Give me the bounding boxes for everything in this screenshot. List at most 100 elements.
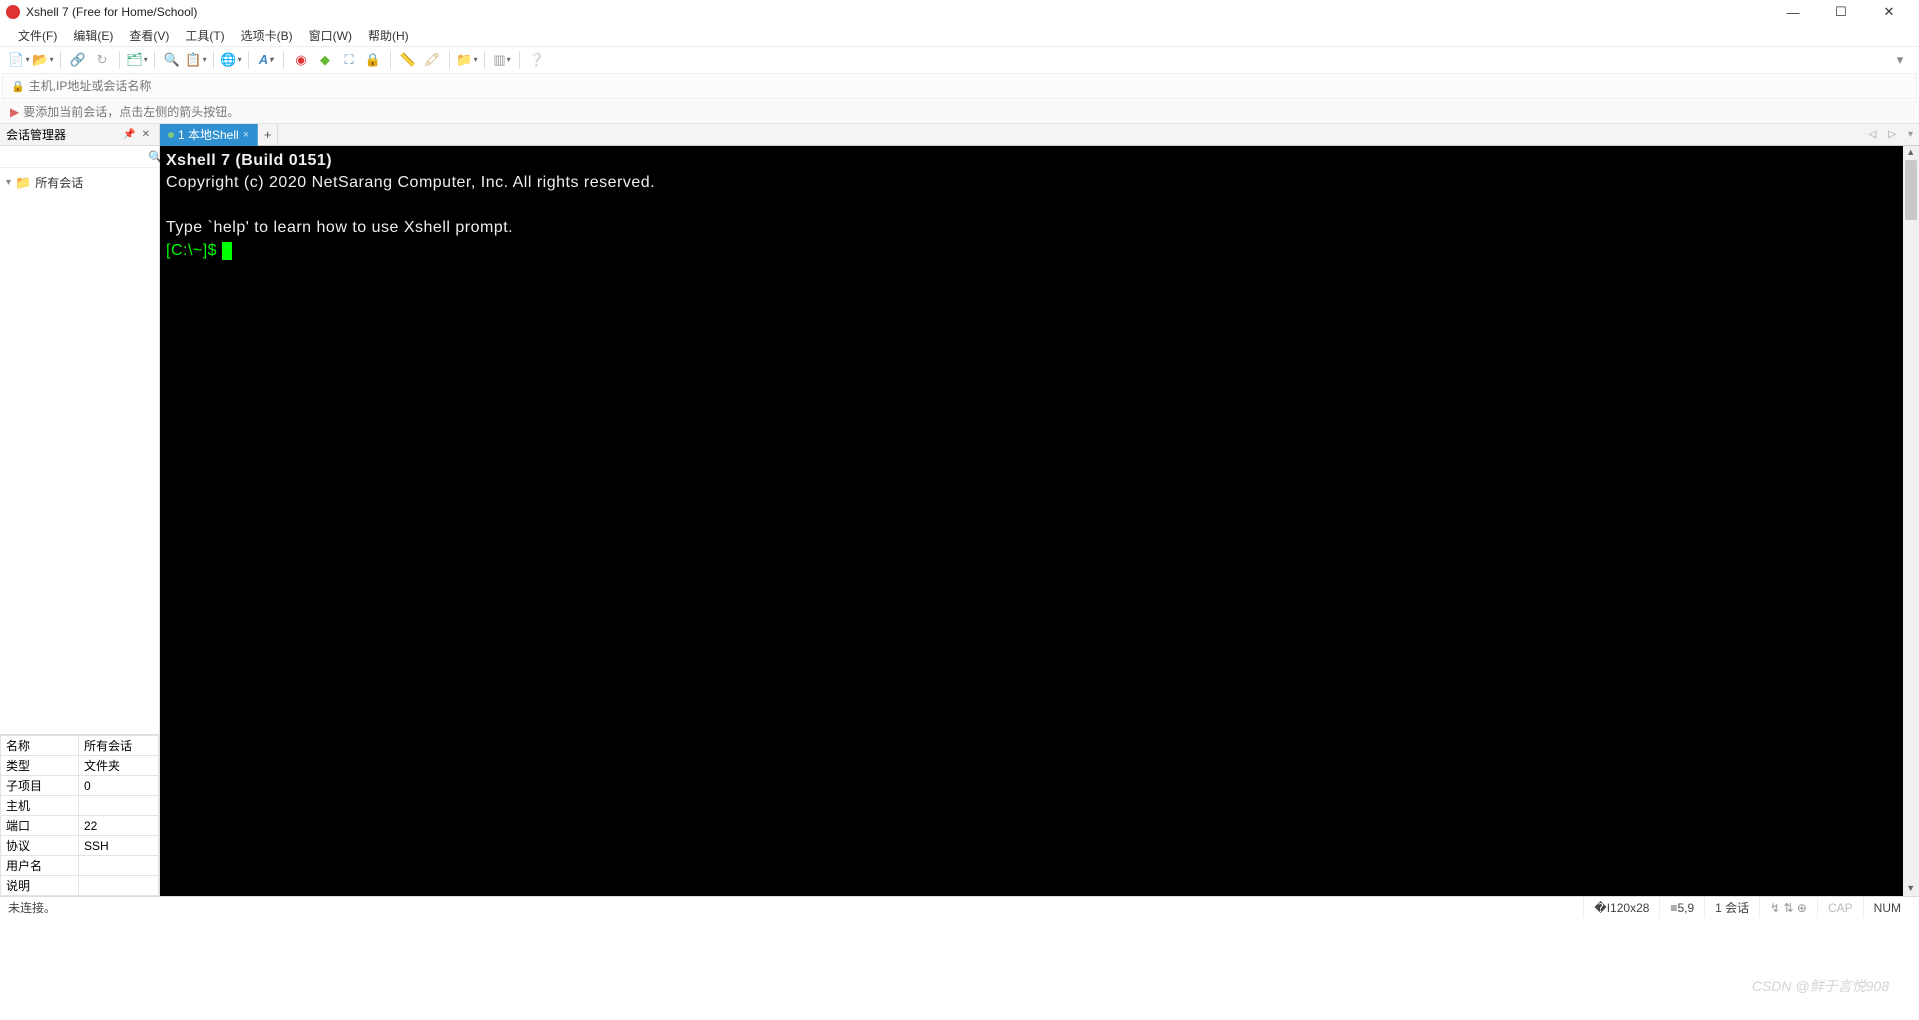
globe-icon[interactable]: 🌐 xyxy=(220,49,242,71)
prop-key: 类型 xyxy=(1,756,79,776)
terminal-scrollbar[interactable]: ▲ ▼ xyxy=(1903,146,1919,896)
menu-edit[interactable]: 编辑(E) xyxy=(65,25,121,46)
search-icon[interactable]: 🔍 xyxy=(161,49,183,71)
main-panel: 1 本地Shell × + ◁ ▷ ▾ Xshell 7 (Build 0151… xyxy=(160,124,1919,896)
minimize-button[interactable]: — xyxy=(1769,5,1817,20)
status-link-icons: ↯ ⇅ ⊕ xyxy=(1759,897,1817,918)
terminal-line: Xshell 7 (Build 0151) xyxy=(166,152,332,169)
scroll-thumb[interactable] xyxy=(1905,160,1917,220)
menu-window[interactable]: 窗口(W) xyxy=(301,25,360,46)
prop-val: 0 xyxy=(79,776,159,796)
flag-icon: ▶ xyxy=(10,105,19,119)
tab-close-icon[interactable]: × xyxy=(243,129,249,141)
toolbar: 📄 📂 🔗 ↻ 🗂 🔍 📋 🌐 A ◉ ◆ ⛶ 🔒 📏 🖍 📁 ▥ ❔ ▾ xyxy=(0,46,1919,72)
xagent-icon[interactable]: ◆ xyxy=(314,49,336,71)
toolbar-separator xyxy=(283,51,284,69)
maximize-button[interactable]: ☐ xyxy=(1817,4,1865,20)
properties-table: 名称所有会话 类型文件夹 子项目0 主机 端口22 协议SSH 用户名 说明 xyxy=(0,734,159,896)
link-icon[interactable]: 🔗 xyxy=(67,49,89,71)
status-num: NUM xyxy=(1863,897,1911,918)
tree-collapse-icon[interactable]: ▾ xyxy=(6,177,11,188)
scroll-up-icon[interactable]: ▲ xyxy=(1903,146,1919,160)
menu-tabs[interactable]: 选项卡(B) xyxy=(233,25,301,46)
table-row: 类型文件夹 xyxy=(1,756,159,776)
hint-text: 要添加当前会话，点击左侧的箭头按钮。 xyxy=(23,103,239,120)
menu-help[interactable]: 帮助(H) xyxy=(360,25,417,46)
sidebar-close-icon[interactable]: ✕ xyxy=(139,129,153,140)
fullscreen-icon[interactable]: ⛶ xyxy=(338,49,360,71)
status-cursor-pos: ≡ 5,9 xyxy=(1659,897,1704,918)
terminal-line: Copyright (c) 2020 NetSarang Computer, I… xyxy=(166,174,655,191)
new-session-button[interactable]: 📄 xyxy=(8,49,30,71)
sidebar-search-input[interactable] xyxy=(6,151,148,163)
highlight-icon[interactable]: 🖍 xyxy=(421,49,443,71)
address-input[interactable] xyxy=(29,79,1908,93)
toolbar-separator xyxy=(484,51,485,69)
tree-root-label: 所有会话 xyxy=(35,174,83,191)
scroll-down-icon[interactable]: ▼ xyxy=(1903,882,1919,896)
table-row: 主机 xyxy=(1,796,159,816)
help-icon[interactable]: ❔ xyxy=(526,49,548,71)
menu-view[interactable]: 查看(V) xyxy=(121,25,177,46)
sidebar-title: 会话管理器 xyxy=(6,126,66,143)
prop-key: 用户名 xyxy=(1,856,79,876)
menu-tools[interactable]: 工具(T) xyxy=(177,25,232,46)
table-row: 子项目0 xyxy=(1,776,159,796)
watermark: CSDN @鲜于言悦908 xyxy=(1752,976,1889,996)
terminal[interactable]: Xshell 7 (Build 0151) Copyright (c) 2020… xyxy=(160,146,1919,896)
ruler-icon[interactable]: 📏 xyxy=(397,49,419,71)
folder-button[interactable]: 📁 xyxy=(456,49,478,71)
sidebar-search: 🔍 xyxy=(0,146,159,168)
pin-icon[interactable]: 📌 xyxy=(120,129,138,140)
font-button[interactable]: A xyxy=(255,49,277,71)
toolbar-separator xyxy=(154,51,155,69)
status-bar: 未连接。 �І 120x28 ≡ 5,9 1 会话 ↯ ⇅ ⊕ CAP NUM xyxy=(0,896,1919,918)
prop-key: 主机 xyxy=(1,796,79,816)
tab-add-button[interactable]: + xyxy=(258,124,278,146)
reconnect-icon[interactable]: ↻ xyxy=(91,49,113,71)
prop-val xyxy=(79,856,159,876)
hint-bar: ▶ 要添加当前会话，点击左侧的箭头按钮。 xyxy=(0,100,1919,124)
toolbar-separator xyxy=(60,51,61,69)
work-area: 会话管理器 📌 ✕ 🔍 ▾ 📁 所有会话 名称所有会话 类型文件夹 子项目0 主… xyxy=(0,124,1919,896)
toolbar-separator xyxy=(449,51,450,69)
status-caps: CAP xyxy=(1817,897,1863,918)
folder-icon: 📁 xyxy=(15,175,31,191)
address-bar: 🔒 xyxy=(2,73,1917,99)
session-tree: ▾ 📁 所有会话 xyxy=(0,168,159,734)
tab-prev-icon[interactable]: ◁ xyxy=(1863,129,1883,140)
toolbar-separator xyxy=(213,51,214,69)
table-row: 说明 xyxy=(1,876,159,896)
toolbar-overflow[interactable]: ▾ xyxy=(1889,49,1911,71)
prop-key: 协议 xyxy=(1,836,79,856)
tab-local-shell[interactable]: 1 本地Shell × xyxy=(160,124,258,146)
tree-root-item[interactable]: ▾ 📁 所有会话 xyxy=(6,172,153,193)
menubar: 文件(F) 编辑(E) 查看(V) 工具(T) 选项卡(B) 窗口(W) 帮助(… xyxy=(0,24,1919,46)
prop-val: 文件夹 xyxy=(79,756,159,776)
terminal-prompt: [C:\~]$ xyxy=(166,242,222,259)
prop-key: 说明 xyxy=(1,876,79,896)
toolbar-separator xyxy=(248,51,249,69)
table-row: 协议SSH xyxy=(1,836,159,856)
status-sessions: 1 会话 xyxy=(1704,897,1759,918)
tab-strip: 1 本地Shell × + ◁ ▷ ▾ xyxy=(160,124,1919,146)
prop-val: 所有会话 xyxy=(79,736,159,756)
tab-menu-icon[interactable]: ▾ xyxy=(1902,129,1919,140)
lock-icon[interactable]: 🔒 xyxy=(362,49,384,71)
copy-button[interactable]: 📋 xyxy=(185,49,207,71)
close-button[interactable]: ✕ xyxy=(1865,4,1913,20)
lock-small-icon: 🔒 xyxy=(11,80,25,93)
status-size: �І 120x28 xyxy=(1583,897,1659,918)
table-row: 端口22 xyxy=(1,816,159,836)
prop-key: 名称 xyxy=(1,736,79,756)
prop-val xyxy=(79,796,159,816)
status-connection: 未连接。 xyxy=(8,899,56,916)
layout-button[interactable]: ▥ xyxy=(491,49,513,71)
xftp-icon[interactable]: ◉ xyxy=(290,49,312,71)
prop-val: SSH xyxy=(79,836,159,856)
menu-file[interactable]: 文件(F) xyxy=(10,25,65,46)
window-title: Xshell 7 (Free for Home/School) xyxy=(26,5,1769,19)
properties-button[interactable]: 🗂 xyxy=(126,49,148,71)
open-session-button[interactable]: 📂 xyxy=(32,49,54,71)
tab-next-icon[interactable]: ▷ xyxy=(1882,129,1902,140)
